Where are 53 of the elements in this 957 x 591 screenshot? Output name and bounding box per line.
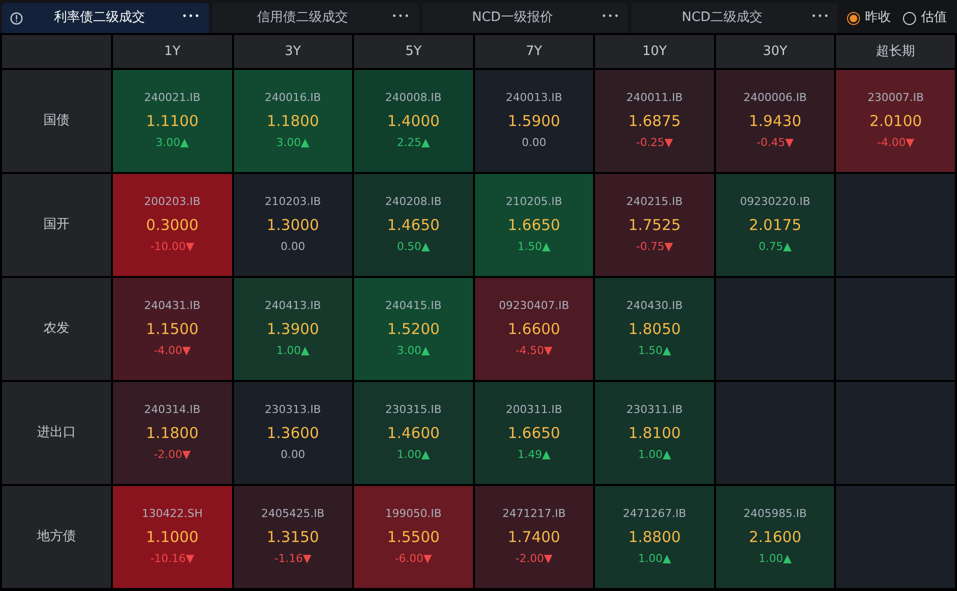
more-icon[interactable]: ••• xyxy=(182,11,201,25)
column-header: 7Y xyxy=(474,35,594,68)
quote-cell[interactable]: 200203.IB 0.3000 -10.00▼ xyxy=(113,174,232,276)
quote-cell[interactable]: 2405425.IB 1.3150 -1.16▼ xyxy=(234,486,352,588)
quote-cell[interactable]: 230007.IB 2.0100 -4.00▼ xyxy=(836,70,955,172)
quote-cell[interactable]: 230311.IB 1.8100 1.00▲ xyxy=(595,382,714,484)
quote-cell[interactable]: 240021.IB 1.1100 3.00▲ xyxy=(113,70,232,172)
quote-cell[interactable]: 2400006.IB 1.9430 -0.45▼ xyxy=(716,70,834,172)
quote-cell[interactable]: 230315.IB 1.4600 1.00▲ xyxy=(354,382,473,484)
quote-cell[interactable]: 130422.SH 1.1000 -10.16▼ xyxy=(113,486,232,588)
quote-cell[interactable]: 240016.IB 1.1800 3.00▲ xyxy=(234,70,352,172)
quote-cell[interactable]: 199050.IB 1.5500 -6.00▼ xyxy=(354,486,473,588)
quote-cell[interactable]: 240013.IB 1.5900 0.00 xyxy=(474,70,594,172)
quote-cell[interactable]: 2471267.IB 1.8800 1.00▲ xyxy=(595,486,714,588)
more-icon[interactable]: ••• xyxy=(601,11,620,25)
column-header: 30Y xyxy=(716,35,834,68)
radio-option[interactable]: 估值 xyxy=(897,8,953,28)
quote-cell[interactable]: 200311.IB 1.6650 1.49▲ xyxy=(474,382,594,484)
tab[interactable]: NCD二级成交 ••• xyxy=(631,3,838,33)
more-icon[interactable]: ••• xyxy=(811,11,830,25)
quote-cell[interactable]: 240430.IB 1.8050 1.50▲ xyxy=(595,278,714,380)
quote-cell[interactable]: 240215.IB 1.7525 -0.75▼ xyxy=(595,174,714,276)
row-header: 农发 xyxy=(2,278,111,380)
quote-cell[interactable]: 2471217.IB 1.7400 -2.00▼ xyxy=(474,486,594,588)
row-header: 国开 xyxy=(2,174,111,276)
quote-cell[interactable]: 240208.IB 1.4650 0.50▲ xyxy=(354,174,473,276)
quote-cell[interactable]: 210205.IB 1.6650 1.50▲ xyxy=(474,174,594,276)
radio-button[interactable] xyxy=(847,12,860,24)
more-icon[interactable]: ••• xyxy=(392,11,410,25)
quote-cell[interactable]: 240314.IB 1.1800 -2.00▼ xyxy=(113,382,232,484)
quote-cell[interactable]: 230313.IB 1.3600 0.00 xyxy=(234,382,352,484)
quote-cell[interactable]: 240011.IB 1.6875 -0.25▼ xyxy=(595,70,714,172)
column-header: 超长期 xyxy=(836,35,955,68)
row-header: 地方债 xyxy=(2,486,111,588)
tab[interactable]: 利率债二级成交 ••• xyxy=(2,3,209,33)
tab[interactable]: NCD一级报价 ••• xyxy=(422,3,628,33)
radio-option[interactable]: 昨收 xyxy=(841,8,897,28)
quote-cell[interactable]: 09230220.IB 2.0175 0.75▲ xyxy=(716,174,834,276)
row-header: 国债 xyxy=(2,70,111,172)
quote-cell[interactable]: 240413.IB 1.3900 1.00▲ xyxy=(234,278,352,380)
tab[interactable]: 信用债二级成交 ••• xyxy=(212,3,418,33)
quote-cell[interactable]: 240415.IB 1.5200 3.00▲ xyxy=(354,278,473,380)
radio-button[interactable] xyxy=(903,12,916,24)
quote-cell[interactable]: 240008.IB 1.4000 2.25▲ xyxy=(354,70,473,172)
row-header: 进出口 xyxy=(2,382,111,484)
quote-cell[interactable]: 240431.IB 1.1500 -4.00▼ xyxy=(113,278,232,380)
quote-cell[interactable]: 09230407.IB 1.6600 -4.50▼ xyxy=(474,278,594,380)
column-header: 5Y xyxy=(354,35,473,68)
quote-cell[interactable]: 2405985.IB 2.1600 1.00▲ xyxy=(716,486,834,588)
column-header: 3Y xyxy=(234,35,352,68)
column-header: 10Y xyxy=(595,35,714,68)
column-header: 1Y xyxy=(113,35,232,68)
quote-cell[interactable]: 210203.IB 1.3000 0.00 xyxy=(234,174,352,276)
